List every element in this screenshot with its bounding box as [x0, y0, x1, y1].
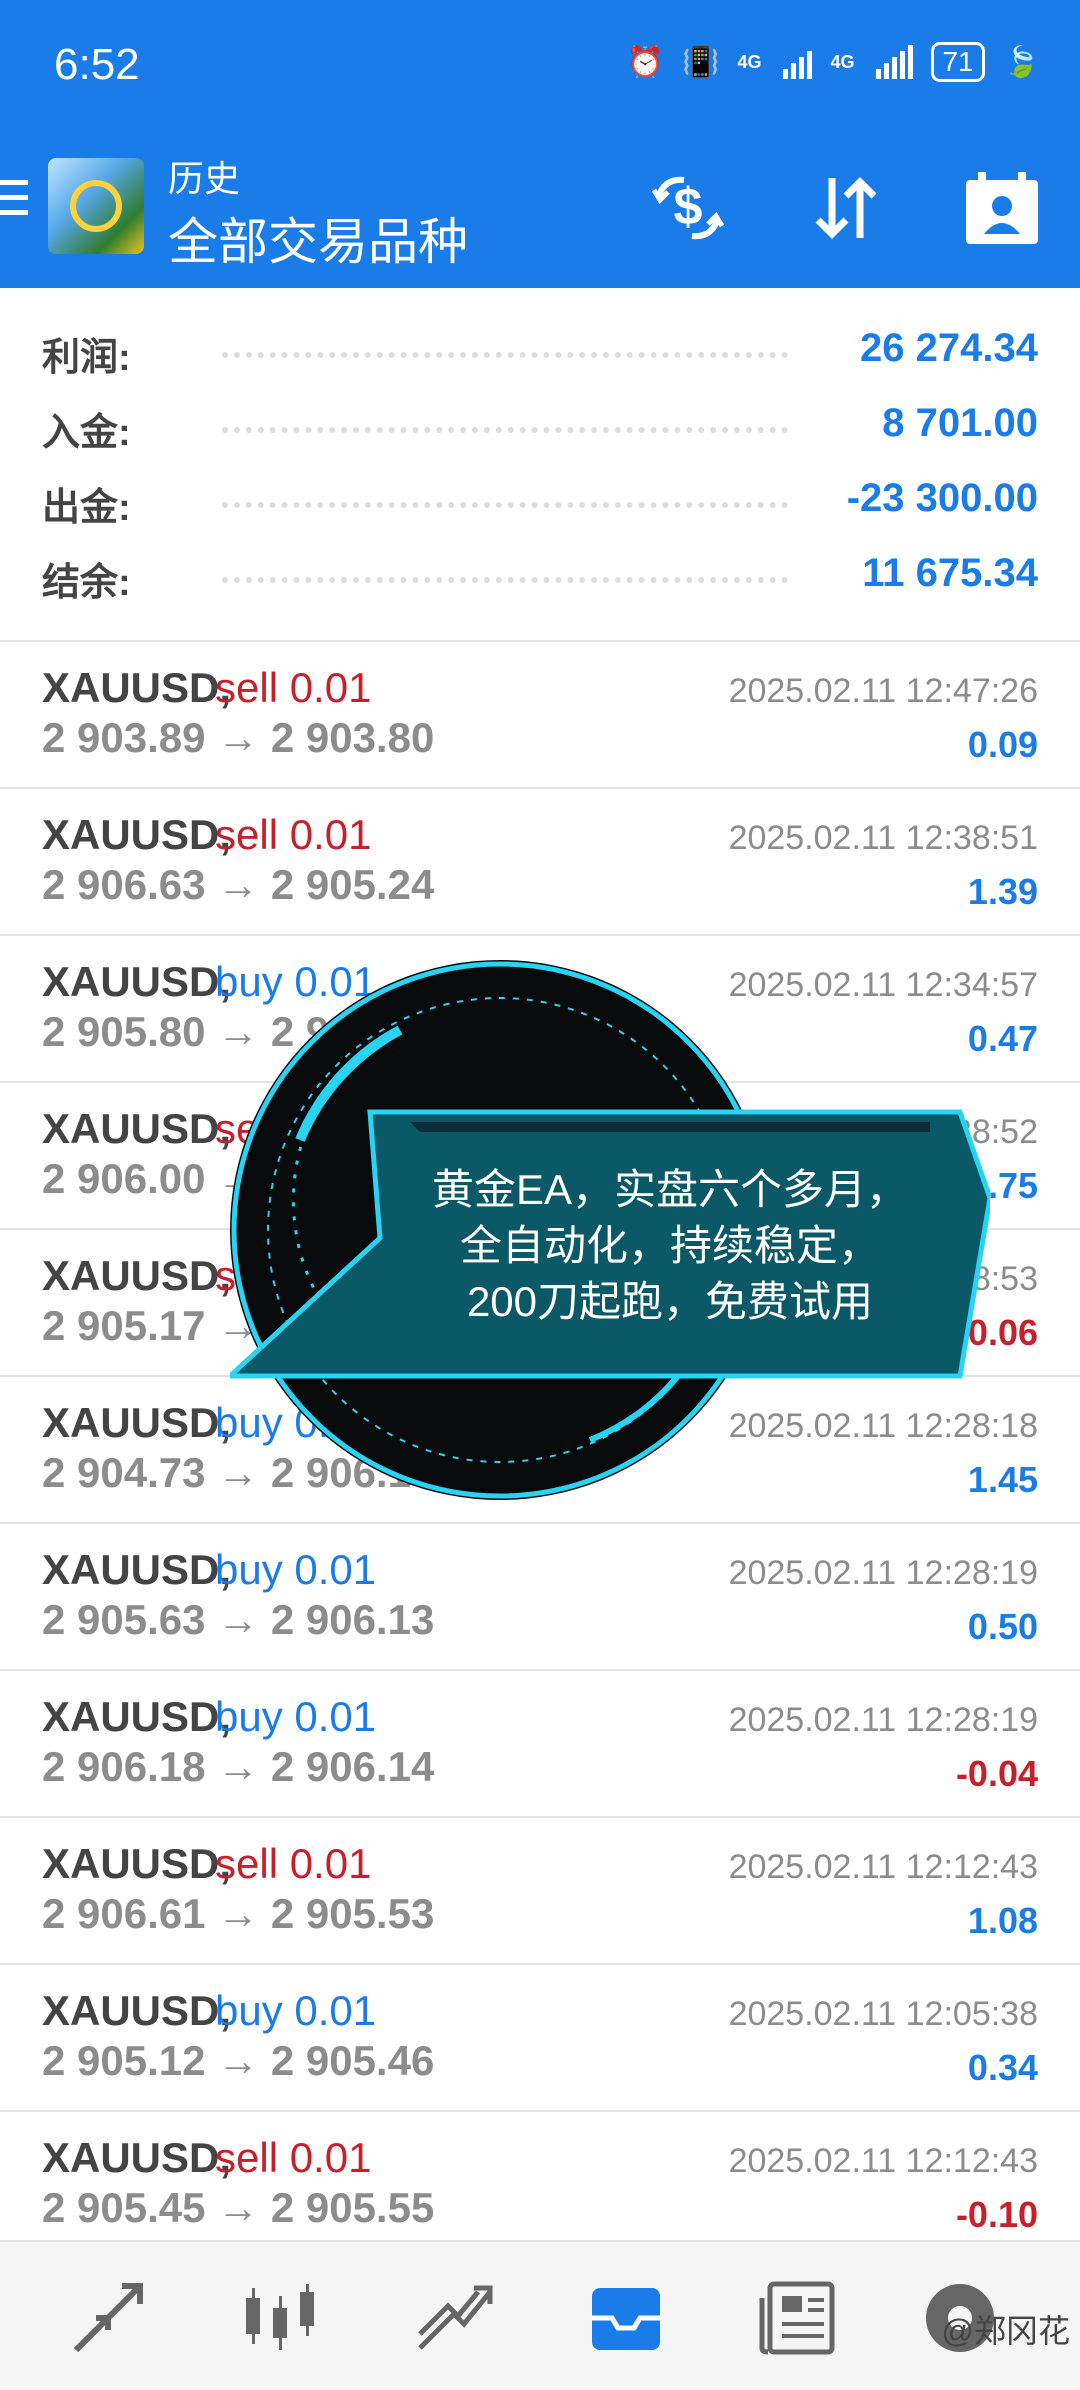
summary-value: 26 274.34: [860, 326, 1038, 370]
summary-label: 出金:: [42, 487, 131, 529]
trade-profit: -0.04: [955, 1753, 1038, 1794]
page-title[interactable]: 全部交易品种: [168, 202, 468, 274]
trade-side: sell 0.01: [215, 1840, 372, 1887]
trade-prices: 2 905.63 → 2 906.13: [42, 1596, 435, 1643]
summary-label: 结余:: [42, 562, 131, 604]
summary-row-deposit: 入金: 8 701.00: [42, 397, 1038, 457]
quotes-icon[interactable]: [68, 2278, 148, 2358]
svg-text:$: $: [674, 178, 703, 236]
trade-row[interactable]: XAUUSD, sell 0.01 2 906.63 → 2 905.24 20…: [0, 789, 1080, 936]
dotted-leader: [222, 427, 788, 433]
currency-exchange-icon[interactable]: $: [648, 168, 728, 248]
trade-side: buy 0.01: [215, 1546, 377, 1593]
status-bar: 6:52 ⏰ 📳 4G 4G 71 🍃: [0, 0, 1080, 130]
history-icon[interactable]: [586, 2278, 666, 2358]
trade-profit: 0.09: [967, 724, 1038, 765]
trade-prices: 2 906.18 → 2 906.14: [42, 1743, 435, 1790]
status-time: 6:52: [54, 40, 140, 89]
trade-icon[interactable]: [414, 2278, 494, 2358]
trade-symbol: XAUUSD,: [42, 1693, 232, 1740]
trade-profit: 1.39: [967, 871, 1038, 912]
menu-icon[interactable]: [0, 180, 28, 225]
trade-side: sell 0.01: [215, 811, 372, 858]
summary-value: 11 675.34: [862, 551, 1038, 595]
network-label-2: 4G: [830, 51, 855, 72]
trade-row[interactable]: XAUUSD, sell 0.01 2 905.45 → 2 905.55 20…: [0, 2112, 1080, 2259]
promo-text: 黄金EA，实盘六个多月， 全自动化，持续稳定， 200刀起跑，免费试用: [330, 1162, 1010, 1330]
trade-side: sell 0.01: [215, 664, 372, 711]
alarm-icon: ⏰: [626, 45, 665, 79]
status-icons: ⏰ 📳 4G 4G 71 🍃: [627, 42, 1040, 82]
promo-line-3: 200刀起跑，免费试用: [466, 1278, 874, 1325]
trade-row[interactable]: XAUUSD, buy 0.01 2 905.12 → 2 905.46 202…: [0, 1965, 1080, 2112]
calendar-icon[interactable]: [962, 168, 1042, 248]
news-icon[interactable]: [758, 2278, 838, 2358]
trade-prices: 2 905.12 → 2 905.46: [42, 2037, 435, 2084]
trade-time: 2025.02.11 12:38:51: [728, 819, 1038, 857]
dotted-leader: [222, 352, 788, 358]
summary-label: 利润:: [42, 337, 131, 379]
summary-row-withdrawal: 出金: -23 300.00: [42, 472, 1038, 532]
page-subtitle: 历史: [168, 158, 241, 199]
trade-side: buy 0.01: [215, 1987, 377, 2034]
trade-symbol: XAUUSD,: [42, 1399, 232, 1446]
summary-value: -23 300.00: [846, 476, 1038, 520]
trade-time: 2025.02.11 12:12:43: [728, 2142, 1038, 2180]
dotted-leader: [222, 502, 788, 508]
trade-symbol: XAUUSD,: [42, 811, 232, 858]
chart-icon[interactable]: [240, 2278, 320, 2358]
trade-symbol: XAUUSD,: [42, 664, 232, 711]
trade-prices: 2 905.45 → 2 905.55: [42, 2184, 435, 2231]
trade-time: 2025.02.11 12:12:43: [728, 1848, 1038, 1886]
trade-row[interactable]: XAUUSD, sell 0.01 2 906.61 → 2 905.53 20…: [0, 1818, 1080, 1965]
app-logo-icon: [48, 158, 144, 254]
signal-icon: [783, 45, 813, 79]
trade-side: sell 0.01: [215, 2134, 372, 2181]
promo-line-2: 全自动化，持续稳定，: [459, 1222, 880, 1269]
trade-time: 2025.02.11 12:47:26: [728, 672, 1038, 710]
promo-line-1: 黄金EA，实盘六个多月，: [431, 1166, 909, 1213]
trade-row[interactable]: XAUUSD, sell 0.01 2 903.89 → 2 903.80 20…: [0, 642, 1080, 789]
dotted-leader: [222, 577, 788, 583]
top-app-bar: 6:52 ⏰ 📳 4G 4G 71 🍃 历史 全部交易品种 $: [0, 0, 1080, 288]
network-label-1: 4G: [737, 51, 762, 72]
summary-row-profit: 利润: 26 274.34: [42, 322, 1038, 382]
trade-row[interactable]: XAUUSD, buy 0.01 2 905.63 → 2 906.13 202…: [0, 1524, 1080, 1671]
vibrate-icon: 📳: [682, 45, 720, 79]
trade-symbol: XAUUSD,: [42, 1987, 232, 2034]
trade-time: 2025.02.11 12:05:38: [728, 1995, 1038, 2033]
trade-symbol: XAUUSD,: [42, 958, 232, 1005]
trade-profit: -0.10: [955, 2194, 1038, 2235]
trade-profit: 0.50: [967, 1606, 1038, 1647]
summary-label: 入金:: [42, 412, 131, 454]
signal-icon-2: [876, 45, 914, 79]
leaf-icon: 🍃: [1002, 45, 1040, 79]
trade-time: 2025.02.11 12:28:19: [728, 1554, 1038, 1592]
summary-value: 8 701.00: [882, 401, 1038, 445]
trade-symbol: XAUUSD,: [42, 1105, 232, 1152]
bottom-navigation: @郑冈花: [0, 2240, 1080, 2390]
trade-profit: 0.34: [967, 2047, 1038, 2088]
battery-indicator: 71: [931, 42, 985, 82]
watermark-text: @郑冈花: [941, 2313, 1071, 2349]
trade-prices: 2 906.61 → 2 905.53: [42, 1890, 435, 1937]
trade-symbol: XAUUSD,: [42, 1252, 232, 1299]
sort-icon[interactable]: [806, 168, 886, 248]
trade-side: buy 0.01: [215, 1693, 377, 1740]
trade-prices: 2 906.00 →: [42, 1155, 260, 1202]
trade-symbol: XAUUSD,: [42, 2134, 232, 2181]
trade-prices: 2 906.63 → 2 905.24: [42, 861, 435, 908]
trade-time: 2025.02.11 12:28:19: [728, 1701, 1038, 1739]
trade-profit: 1.08: [967, 1900, 1038, 1941]
trade-row[interactable]: XAUUSD, buy 0.01 2 906.18 → 2 906.14 202…: [0, 1671, 1080, 1818]
trade-symbol: XAUUSD,: [42, 1546, 232, 1593]
summary-row-balance: 结余: 11 675.34: [42, 547, 1038, 607]
trade-symbol: XAUUSD,: [42, 1840, 232, 1887]
trade-prices: 2 905.17 →: [42, 1302, 260, 1349]
trade-prices: 2 903.89 → 2 903.80: [42, 714, 435, 761]
